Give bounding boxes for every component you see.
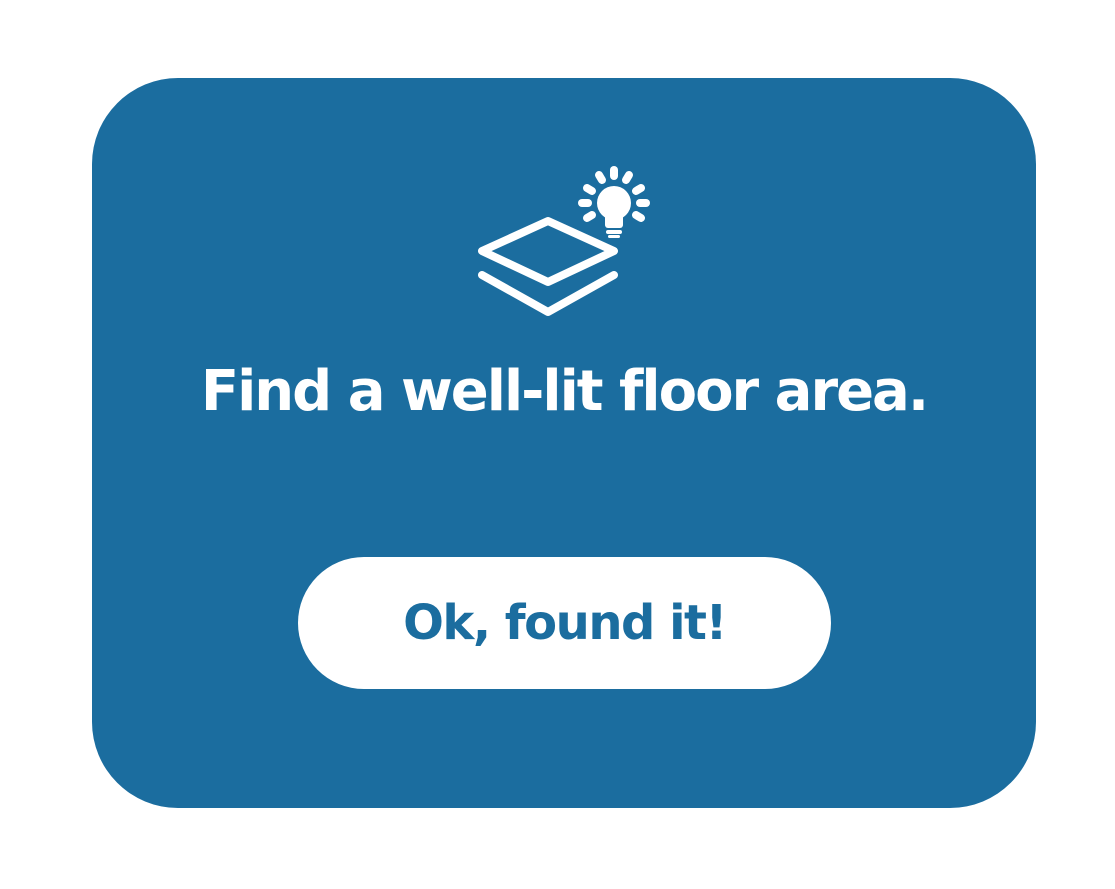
floor-tile-top <box>478 217 618 286</box>
ok-found-it-button[interactable]: Ok, found it! <box>298 557 831 689</box>
instruction-title: Find a well-lit floor area. <box>200 359 929 424</box>
lightbulb-icon <box>597 186 631 238</box>
floor-layers-lightbulb-icon <box>478 166 650 316</box>
